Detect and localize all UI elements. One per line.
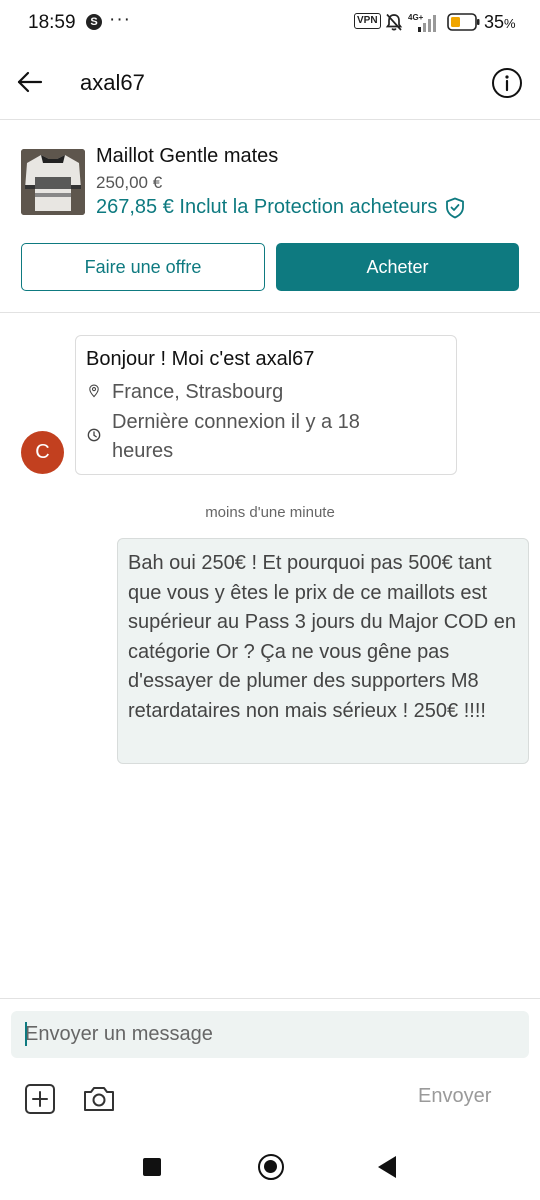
intro-greeting: Bonjour ! Moi c'est axal67	[86, 348, 315, 370]
bell-muted-icon	[385, 13, 403, 31]
seller-intro-card[interactable]: Bonjour ! Moi c'est axal67 France, Stras…	[75, 335, 457, 475]
system-back-button[interactable]	[378, 1156, 396, 1178]
text-cursor	[25, 1022, 27, 1046]
buyer-protection-price[interactable]: 267,85 € Inclut la Protection acheteurs	[96, 196, 465, 219]
avatar[interactable]: C	[21, 431, 64, 474]
battery-icon	[447, 13, 480, 31]
back-arrow-icon	[17, 71, 43, 93]
last-seen-row: Dernière connexion il y a 18 heures	[86, 408, 396, 466]
item-title[interactable]: Maillot Gentle mates	[96, 145, 278, 168]
item-price: 250,00 €	[96, 173, 163, 192]
app-notification-icon: S	[86, 14, 102, 30]
more-notifications-icon: ···	[109, 9, 131, 30]
sent-message-bubble[interactable]: Bah oui 250€ ! Et pourquoi pas 500€ tant…	[117, 538, 529, 764]
message-composer: Envoyer	[0, 998, 540, 1138]
info-icon[interactable]	[491, 67, 523, 99]
protected-price-text: 267,85 € Inclut la Protection acheteurs	[96, 196, 438, 218]
recent-apps-button[interactable]	[143, 1158, 161, 1176]
conversation-header: axal67	[0, 46, 540, 120]
item-summary: Maillot Gentle mates 250,00 € 267,85 € I…	[0, 121, 540, 313]
page-title[interactable]: axal67	[80, 70, 145, 96]
location-row: France, Strasbourg	[86, 378, 446, 407]
location-text: France, Strasbourg	[112, 381, 284, 403]
camera-icon[interactable]	[82, 1083, 116, 1115]
network-type-label: 4G+	[408, 13, 424, 22]
vpn-icon: VPN	[354, 13, 381, 29]
item-thumbnail[interactable]	[21, 149, 85, 215]
jersey-photo	[21, 149, 85, 215]
send-button[interactable]: Envoyer	[418, 1085, 491, 1108]
chat-thread[interactable]: Bonjour ! Moi c'est axal67 France, Stras…	[0, 314, 540, 998]
status-time: 18:59	[28, 12, 76, 33]
make-offer-button[interactable]: Faire une offre	[21, 243, 265, 291]
message-timestamp: moins d'une minute	[205, 504, 335, 521]
last-seen-text: Dernière connexion il y a 18 heures	[112, 411, 360, 462]
buy-button[interactable]: Acheter	[276, 243, 519, 291]
system-navigation-bar	[0, 1138, 540, 1200]
location-pin-icon	[89, 384, 99, 398]
back-button[interactable]	[14, 66, 46, 98]
clock-icon	[87, 428, 101, 442]
status-bar: 18:59 S ··· VPN 4G+ 35%	[0, 0, 540, 46]
battery-percentage: 35%	[484, 12, 516, 32]
shield-check-icon	[446, 197, 465, 218]
message-input[interactable]	[11, 1011, 529, 1058]
signal-icon: 4G+	[408, 13, 436, 32]
plus-icon[interactable]	[24, 1083, 56, 1115]
home-button[interactable]	[258, 1154, 284, 1180]
